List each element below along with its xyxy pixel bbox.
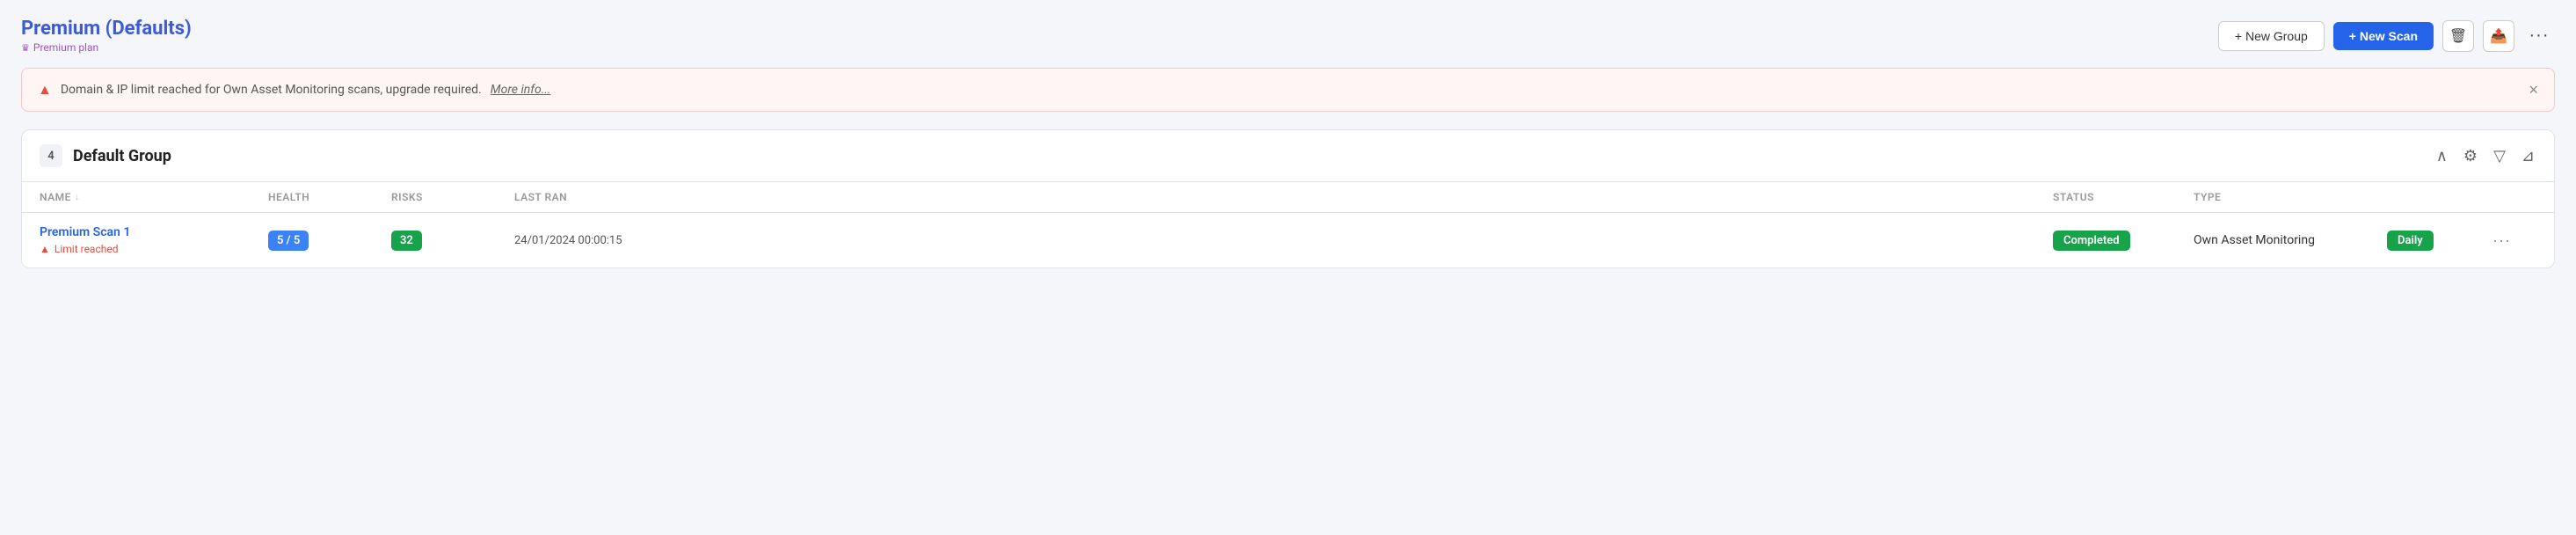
row-more-button[interactable]: ··· — [2492, 231, 2511, 250]
alert-more-info-link[interactable]: More info... — [491, 83, 551, 97]
more-options-button[interactable]: ··· — [2523, 20, 2555, 52]
filter-icon: ▽ — [2493, 147, 2506, 165]
page-title: Premium (Defaults) — [21, 18, 192, 40]
sort-icon-name: ↓ — [75, 193, 80, 202]
group-collapse-button[interactable]: ∧ — [2434, 145, 2449, 167]
trash-button[interactable]: 🗑 — [2442, 20, 2474, 52]
col-header-actions — [2492, 191, 2536, 203]
health-cell: 5 / 5 — [268, 231, 391, 251]
gear-icon: ⚙ — [2463, 147, 2478, 165]
plan-badge: ♛ Premium plan — [21, 41, 192, 54]
alert-close-button[interactable]: × — [2529, 82, 2538, 98]
limit-reached-label: Limit reached — [55, 243, 119, 255]
group-filter-button[interactable]: ▽ — [2492, 145, 2507, 167]
row-actions-cell: ··· — [2492, 231, 2536, 250]
scan-table: NAME ↓ HEALTH RISKS LAST RAN STATUS TYPE — [22, 182, 2554, 268]
col-header-risks: RISKS — [391, 191, 514, 203]
page-header: Premium (Defaults) ♛ Premium plan + New … — [21, 18, 2555, 54]
col-header-name: NAME ↓ — [40, 191, 268, 203]
col-header-status: STATUS — [2053, 191, 2194, 203]
group-card: 4 Default Group ∧ ⚙ ▽ ⊿ — [21, 129, 2555, 268]
group-settings-button[interactable]: ⚙ — [2462, 145, 2479, 167]
group-header-left: 4 Default Group — [40, 144, 171, 167]
risks-cell: 32 — [391, 231, 514, 251]
group-name: Default Group — [73, 147, 171, 165]
type-cell: Own Asset Monitoring — [2194, 233, 2387, 247]
status-cell: Completed — [2053, 231, 2194, 251]
header-left: Premium (Defaults) ♛ Premium plan — [21, 18, 192, 54]
crown-icon: ♛ — [21, 42, 30, 54]
group-count: 4 — [40, 144, 62, 167]
table-header: NAME ↓ HEALTH RISKS LAST RAN STATUS TYPE — [22, 182, 2554, 213]
last-ran-cell: 24/01/2024 00:00:15 — [514, 234, 2053, 247]
export-icon: 📤 — [2490, 27, 2507, 45]
group-pin-button[interactable]: ⊿ — [2520, 145, 2536, 167]
status-badge: Completed — [2053, 231, 2130, 251]
risks-badge: 32 — [391, 231, 422, 251]
alert-banner: ▲ Domain & IP limit reached for Own Asse… — [21, 68, 2555, 112]
alert-message: Domain & IP limit reached for Own Asset … — [61, 83, 482, 97]
frequency-badge: Daily — [2387, 231, 2434, 251]
scan-warning: ▲ Limit reached — [40, 243, 268, 255]
col-header-last-ran: LAST RAN — [514, 191, 2053, 203]
scan-name-cell: Premium Scan 1 ▲ Limit reached — [40, 225, 268, 255]
trash-icon: 🗑 — [2449, 27, 2467, 45]
new-scan-button[interactable]: + New Scan — [2333, 22, 2434, 50]
group-actions: ∧ ⚙ ▽ ⊿ — [2434, 145, 2536, 167]
health-badge: 5 / 5 — [268, 231, 309, 251]
scan-name-link[interactable]: Premium Scan 1 — [40, 225, 268, 239]
group-header: 4 Default Group ∧ ⚙ ▽ ⊿ — [22, 130, 2554, 182]
col-header-type: TYPE — [2194, 191, 2387, 203]
header-actions: + New Group + New Scan 🗑 📤 ··· — [2218, 20, 2555, 52]
col-header-health: HEALTH — [268, 191, 391, 203]
chevron-up-icon: ∧ — [2436, 147, 2448, 165]
warning-triangle-icon: ▲ — [40, 243, 50, 255]
alert-warning-icon: ▲ — [38, 81, 52, 99]
new-group-button[interactable]: + New Group — [2218, 21, 2325, 51]
plan-label: Premium plan — [33, 41, 98, 54]
frequency-cell: Daily — [2387, 231, 2492, 251]
pin-icon: ⊿ — [2521, 147, 2535, 165]
col-header-frequency — [2387, 191, 2492, 203]
export-button[interactable]: 📤 — [2483, 20, 2514, 52]
table-row: Premium Scan 1 ▲ Limit reached 5 / 5 32 … — [22, 213, 2554, 268]
alert-content: ▲ Domain & IP limit reached for Own Asse… — [38, 81, 550, 99]
